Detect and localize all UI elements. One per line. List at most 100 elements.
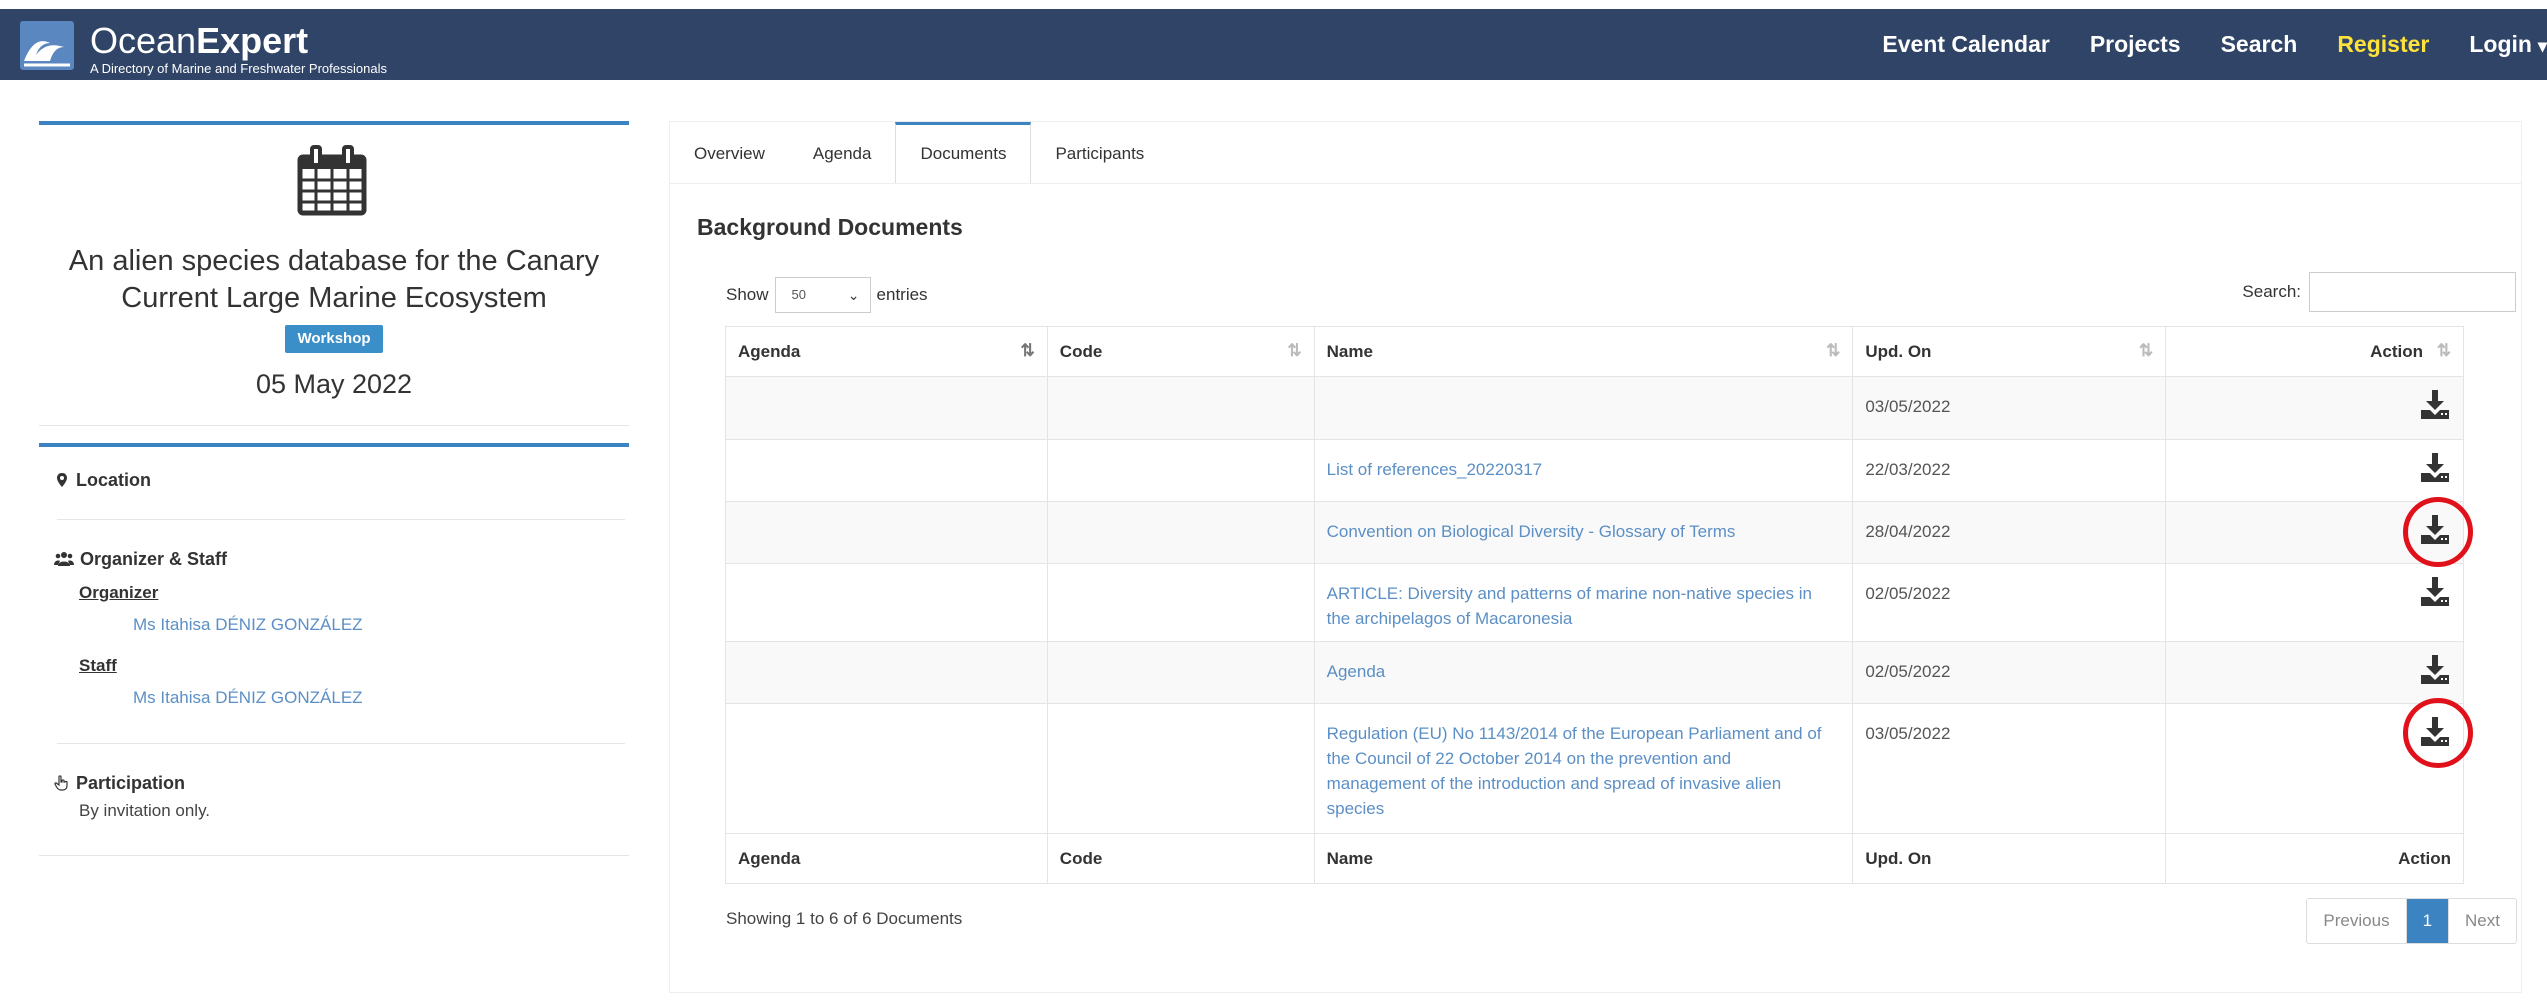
- nav-projects[interactable]: Projects: [2090, 31, 2181, 58]
- download-icon[interactable]: [2419, 575, 2451, 607]
- col-footer-action: Action: [2165, 833, 2464, 884]
- col-header-agenda[interactable]: Agenda ⇅: [725, 326, 1048, 377]
- table-header-row: Agenda ⇅ Code ⇅ Name ⇅ Upd. On ⇅ Action ⇅: [725, 326, 2464, 377]
- event-title: An alien species database for the Canary…: [68, 245, 600, 314]
- cell-code: [1046, 563, 1315, 642]
- tab-agenda[interactable]: Agenda: [789, 122, 896, 184]
- top-strip: [0, 0, 2547, 9]
- sort-icon: ⇅: [2138, 341, 2154, 360]
- event-content-panel: Overview Agenda Documents Participants B…: [669, 121, 2522, 993]
- tab-participants[interactable]: Participants: [1031, 122, 1168, 184]
- brand-name[interactable]: OceanExpert: [90, 21, 308, 61]
- map-marker-icon: [57, 473, 67, 487]
- event-details-card: Location Organizer & Staff Organizer Ms …: [39, 443, 629, 856]
- tab-documents[interactable]: Documents: [895, 122, 1032, 184]
- download-icon[interactable]: [2419, 388, 2451, 420]
- cell-code: [1046, 439, 1315, 502]
- entries-length-control: Show 50 ⌄ entries: [726, 277, 928, 313]
- cell-action: [2165, 376, 2464, 440]
- chevron-down-icon: ⌄: [847, 287, 860, 303]
- table-footer-row: Agenda Code Name Upd. On Action: [725, 833, 2464, 884]
- tabs-divider: [670, 183, 2521, 184]
- pagination-next[interactable]: Next: [2449, 899, 2516, 943]
- nav-links: Event Calendar Projects Search Register …: [1842, 9, 2547, 80]
- cell-name: Regulation (EU) No 1143/2014 of the Euro…: [1313, 703, 1854, 834]
- document-name-link[interactable]: the archipelagos of Macaronesia: [1327, 606, 1841, 631]
- tab-overview[interactable]: Overview: [670, 122, 789, 184]
- document-name-link[interactable]: List of references_20220317: [1327, 457, 1841, 482]
- entries-select[interactable]: 50 ⌄: [774, 277, 871, 313]
- cell-agenda: [725, 563, 1048, 642]
- table-row: List of references_20220317 22/03/2022: [725, 439, 2464, 502]
- cell-agenda: [725, 703, 1048, 834]
- location-label: Location: [54, 470, 151, 491]
- cell-code: [1046, 376, 1315, 440]
- nav-search[interactable]: Search: [2221, 31, 2298, 58]
- users-icon: [54, 552, 74, 566]
- organizer-staff-label: Organizer & Staff: [54, 549, 227, 570]
- col-header-updated[interactable]: Upd. On ⇅: [1852, 326, 2167, 377]
- staff-role-heading: Staff: [79, 656, 117, 675]
- search-input[interactable]: [2309, 272, 2516, 312]
- cell-updated: 03/05/2022: [1852, 703, 2167, 834]
- divider: [57, 743, 625, 744]
- search-label: Search:: [2242, 282, 2301, 301]
- cell-updated: 03/05/2022: [1852, 376, 2167, 440]
- highlight-circle: [2403, 497, 2473, 567]
- col-header-code[interactable]: Code ⇅: [1046, 326, 1315, 377]
- nav-event-calendar[interactable]: Event Calendar: [1882, 31, 2049, 58]
- cell-agenda: [725, 641, 1048, 704]
- cell-agenda: [725, 376, 1048, 440]
- document-name-link[interactable]: Regulation (EU) No 1143/2014 of the Euro…: [1327, 721, 1841, 746]
- participation-value: By invitation only.: [79, 801, 211, 820]
- pagination-page-1[interactable]: 1: [2406, 899, 2450, 943]
- event-date: 05 May 2022: [255, 369, 413, 399]
- nav-register[interactable]: Register: [2337, 31, 2429, 58]
- cell-action: [2165, 439, 2464, 502]
- pagination: Previous 1 Next: [2306, 898, 2517, 944]
- cell-name: ARTICLE: Diversity and patterns of marin…: [1313, 563, 1854, 642]
- cell-updated: 02/05/2022: [1852, 641, 2167, 704]
- section-title: Background Documents: [697, 214, 963, 240]
- highlight-circle: [2403, 698, 2473, 768]
- oceanexpert-logo-icon[interactable]: [20, 21, 74, 70]
- organizer-name-link[interactable]: Ms Itahisa DÉNIZ GONZÁLEZ: [133, 615, 363, 635]
- staff-name-link[interactable]: Ms Itahisa DÉNIZ GONZÁLEZ: [133, 688, 363, 708]
- document-name-link[interactable]: Agenda: [1327, 659, 1841, 684]
- document-name-link[interactable]: ARTICLE: Diversity and patterns of marin…: [1327, 581, 1841, 606]
- cell-code: [1046, 703, 1315, 834]
- table-row: Agenda 02/05/2022: [725, 641, 2464, 704]
- pagination-previous[interactable]: Previous: [2307, 899, 2407, 943]
- cell-code: [1046, 501, 1315, 564]
- col-footer-agenda: Agenda: [725, 833, 1048, 884]
- col-footer-code: Code: [1046, 833, 1315, 884]
- cell-name: List of references_20220317: [1313, 439, 1854, 502]
- sort-icon: ⇅: [1287, 341, 1302, 360]
- sort-ascending-icon: ⇅: [1020, 341, 1035, 360]
- entries-label: entries: [876, 285, 928, 304]
- cell-name: Convention on Biological Diversity - Glo…: [1313, 501, 1854, 564]
- sort-icon: ⇅: [1826, 341, 1841, 360]
- organizer-role-heading: Organizer: [79, 583, 159, 602]
- document-name-link[interactable]: Convention on Biological Diversity - Glo…: [1327, 519, 1841, 544]
- table-row: Regulation (EU) No 1143/2014 of the Euro…: [725, 703, 2464, 834]
- calendar-icon: [297, 145, 367, 216]
- table-row: 03/05/2022: [725, 376, 2464, 440]
- document-name-link[interactable]: management of the introduction and sprea…: [1327, 771, 1841, 796]
- col-header-name[interactable]: Name ⇅: [1313, 326, 1854, 377]
- col-header-action[interactable]: Action ⇅: [2165, 326, 2464, 377]
- nav-login[interactable]: Login ▾: [2469, 31, 2547, 58]
- cell-action: [2165, 641, 2464, 704]
- event-type-badge: Workshop: [285, 325, 383, 353]
- download-icon[interactable]: [2419, 653, 2451, 685]
- col-footer-updated: Upd. On: [1852, 833, 2167, 884]
- download-icon[interactable]: [2419, 451, 2451, 483]
- table-row: ARTICLE: Diversity and patterns of marin…: [725, 563, 2464, 642]
- document-name-link[interactable]: species: [1327, 796, 1841, 821]
- table-info: Showing 1 to 6 of 6 Documents: [726, 909, 963, 928]
- cell-code: [1046, 641, 1315, 704]
- cell-agenda: [725, 439, 1048, 502]
- cell-name: Agenda: [1313, 641, 1854, 704]
- document-name-link[interactable]: the Council of 22 October 2014 on the pr…: [1327, 746, 1841, 771]
- col-footer-name: Name: [1313, 833, 1854, 884]
